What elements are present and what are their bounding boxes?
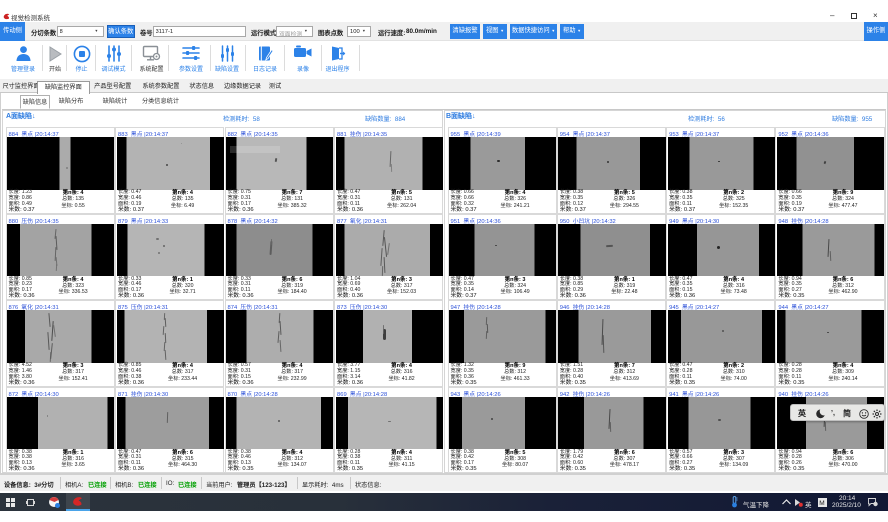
- svg-text:M: M: [819, 500, 824, 507]
